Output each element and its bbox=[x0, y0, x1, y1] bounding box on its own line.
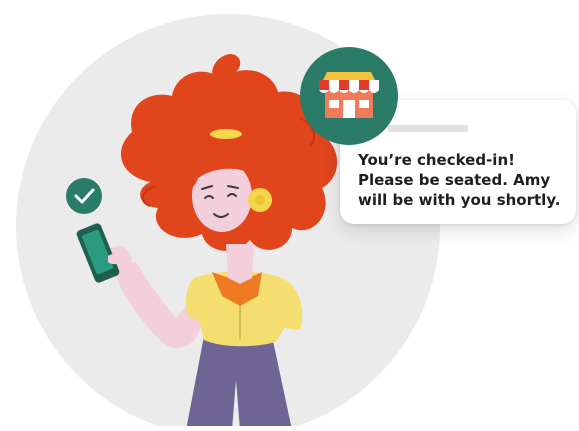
title-placeholder-bar bbox=[388, 125, 468, 132]
check-icon bbox=[66, 178, 102, 214]
checkin-message: You’re checked-in! Please be seated. Amy… bbox=[358, 151, 561, 209]
store-icon bbox=[300, 47, 398, 145]
neck bbox=[226, 244, 254, 284]
illustration-scene: You’re checked-in! Please be seated. Amy… bbox=[0, 0, 579, 431]
